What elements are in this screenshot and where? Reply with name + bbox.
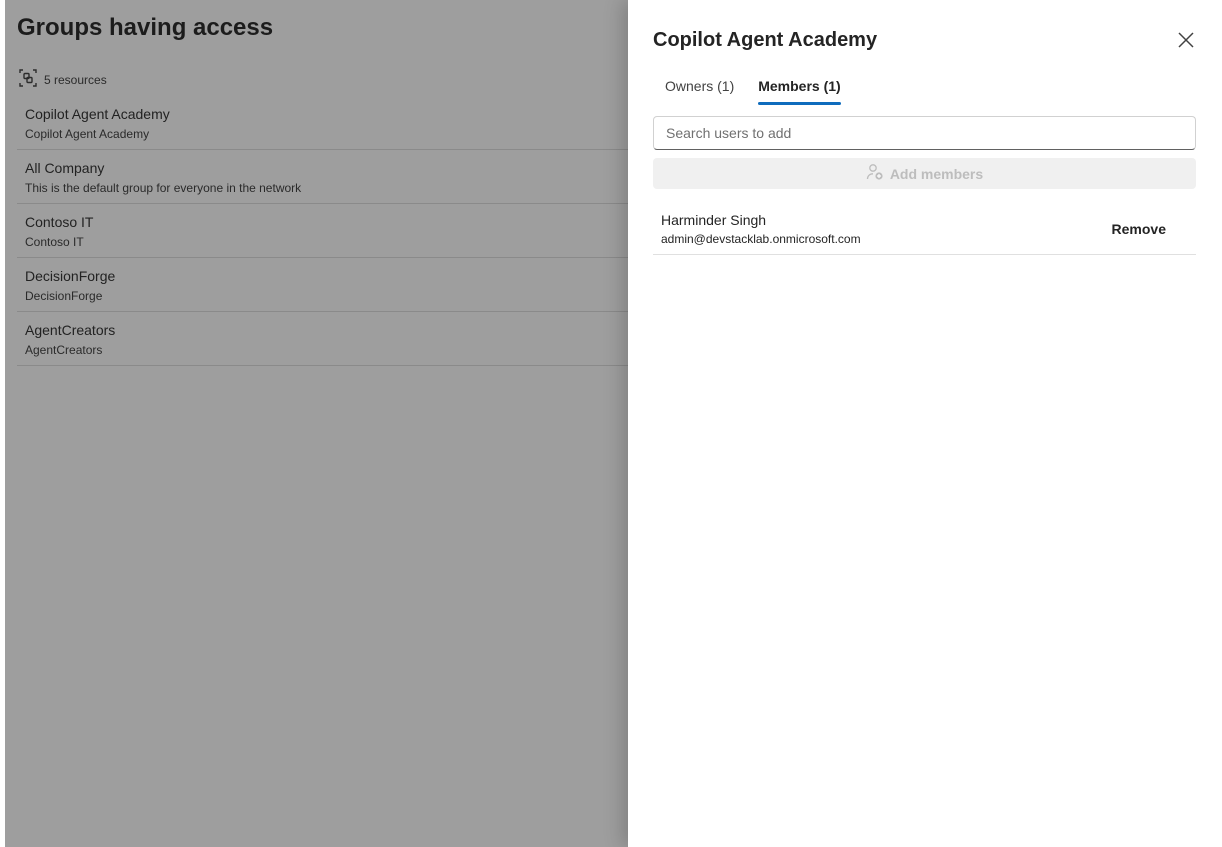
close-icon xyxy=(1176,32,1196,54)
tab-list: Owners (1) Members (1) xyxy=(653,74,853,105)
resource-count: 5 resources xyxy=(19,69,107,90)
tab-members[interactable]: Members (1) xyxy=(746,74,852,105)
resource-description: This is the default group for everyone i… xyxy=(25,181,302,195)
member-email: admin@devstacklab.onmicrosoft.com xyxy=(661,232,861,246)
panel-title: Copilot Agent Academy xyxy=(653,29,878,51)
resource-row[interactable]: Copilot Agent Academy Copilot Agent Acad… xyxy=(17,96,628,150)
resource-name: All Company xyxy=(25,160,105,176)
add-members-label: Add members xyxy=(889,165,984,182)
resource-description: Contoso IT xyxy=(25,235,84,249)
resource-list: Copilot Agent Academy Copilot Agent Acad… xyxy=(17,96,628,366)
resource-name: AgentCreators xyxy=(25,322,116,338)
tab-owners[interactable]: Owners (1) xyxy=(653,74,746,105)
resource-row[interactable]: Contoso IT Contoso IT xyxy=(17,204,628,258)
groups-page-background: Groups having access 5 resources Copilot… xyxy=(5,0,628,847)
resource-row[interactable]: AgentCreators AgentCreators xyxy=(17,312,628,366)
remove-member-button[interactable]: Remove xyxy=(1112,221,1166,237)
resource-description: AgentCreators xyxy=(25,343,103,357)
add-members-button[interactable]: Add members xyxy=(653,158,1196,189)
resource-count-label: 5 resources xyxy=(44,72,107,87)
resource-name: DecisionForge xyxy=(25,268,116,284)
resource-group-icon xyxy=(19,69,37,90)
close-button[interactable] xyxy=(1176,30,1196,50)
person-add-icon xyxy=(866,163,884,184)
group-members-panel: Copilot Agent Academy Owners (1) Members… xyxy=(628,0,1222,847)
member-row: Harminder Singh admin@devstacklab.onmicr… xyxy=(653,205,1196,255)
resource-description: DecisionForge xyxy=(25,289,103,303)
resource-description: Copilot Agent Academy xyxy=(25,127,150,141)
member-name: Harminder Singh xyxy=(661,212,767,228)
resource-name: Contoso IT xyxy=(25,214,94,230)
search-users-input[interactable] xyxy=(653,116,1196,150)
page-title: Groups having access xyxy=(17,14,274,41)
resource-row[interactable]: All Company This is the default group fo… xyxy=(17,150,628,204)
resource-name: Copilot Agent Academy xyxy=(25,106,170,122)
resource-row[interactable]: DecisionForge DecisionForge xyxy=(17,258,628,312)
